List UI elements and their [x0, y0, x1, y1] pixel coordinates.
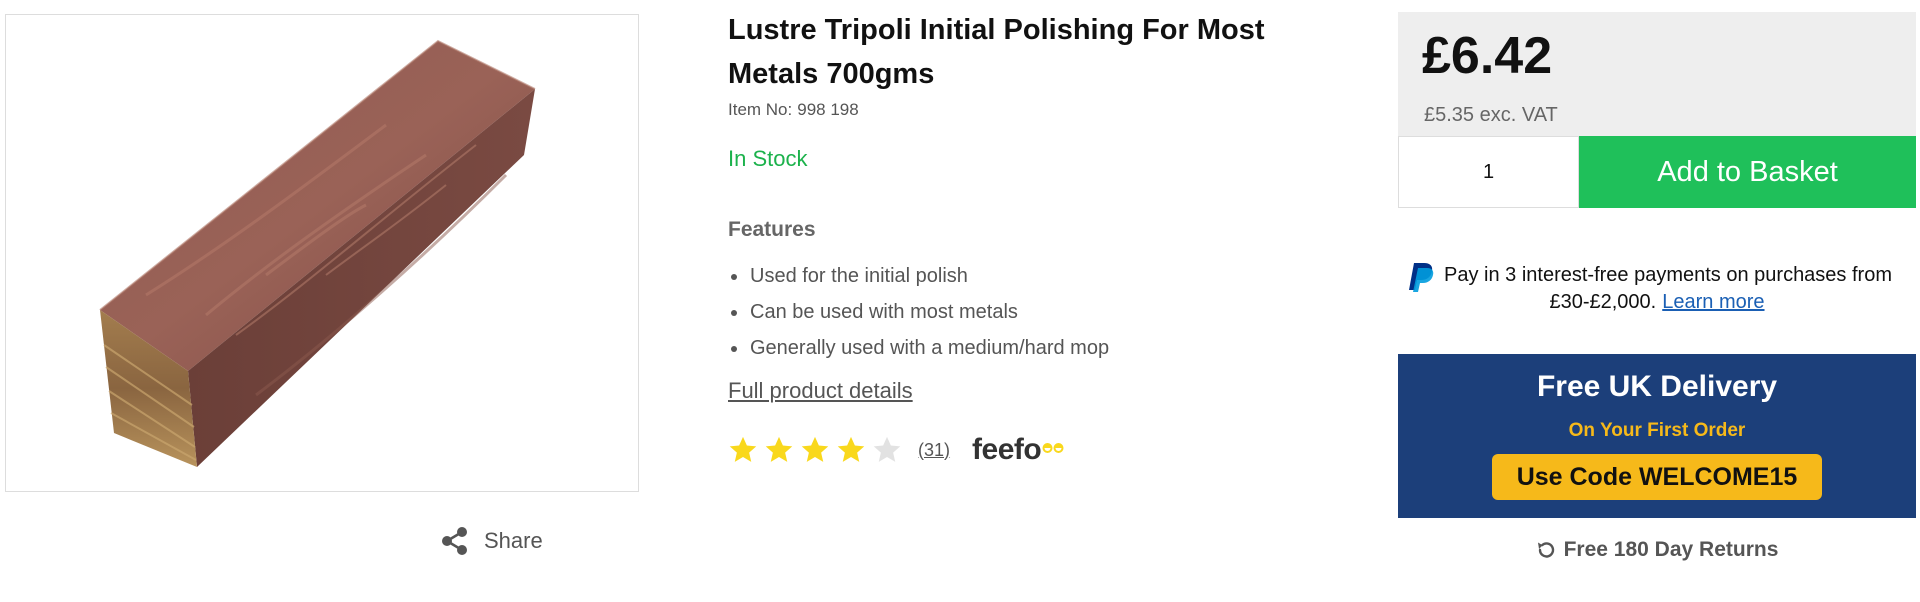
returns-info[interactable]: Free 180 Day Returns	[1398, 538, 1916, 562]
promo-subtitle: On Your First Order	[1568, 420, 1746, 441]
paypal-range: £30-£2,000.	[1549, 291, 1657, 313]
feature-item: Can be used with most metals	[728, 294, 1109, 330]
share-button[interactable]: Share	[440, 526, 543, 556]
star-icon	[765, 436, 793, 462]
promo-code-badge[interactable]: Use Code WELCOME15	[1492, 454, 1822, 500]
star-icon	[837, 436, 865, 462]
price: £6.42	[1422, 27, 1553, 85]
feefo-eyes-icon	[1042, 443, 1064, 453]
item-number-value: 998 198	[797, 100, 859, 119]
returns-icon	[1537, 542, 1554, 558]
feature-item: Generally used with a medium/hard mop	[728, 330, 1109, 366]
price-box: £6.42 £5.35 exc. VAT	[1398, 12, 1916, 136]
share-icon	[442, 527, 467, 555]
star-icon	[729, 436, 757, 462]
returns-label: Free 180 Day Returns	[1563, 538, 1779, 561]
full-product-details-link[interactable]: Full product details	[728, 378, 913, 404]
paypal-message-range: £30-£2,000. Learn more	[1398, 291, 1916, 314]
add-to-basket-button[interactable]: Add to Basket	[1579, 136, 1916, 208]
item-number-label: Item No:	[728, 100, 793, 119]
price-ex-vat: £5.35 exc. VAT	[1424, 104, 1558, 126]
feature-item: Used for the initial polish	[728, 258, 1109, 294]
item-number: Item No: 998 198	[728, 100, 859, 120]
features-list: Used for the initial polish Can be used …	[728, 258, 1109, 366]
product-image	[99, 39, 536, 467]
rating-summary[interactable]: (31) feefo	[728, 434, 1064, 466]
feefo-logo[interactable]: feefo	[972, 434, 1064, 466]
share-label: Share	[484, 528, 543, 553]
quantity-input[interactable]	[1398, 136, 1579, 208]
product-image-frame[interactable]	[5, 14, 639, 492]
paypal-message: Pay in 3 interest-free payments on purch…	[1444, 264, 1892, 286]
promo-banner[interactable]: Free UK Delivery On Your First Order Use…	[1398, 354, 1916, 518]
features-heading: Features	[728, 218, 816, 241]
product-title: Lustre Tripoli Initial Polishing For Mos…	[728, 14, 1265, 90]
star-icon	[873, 436, 901, 462]
promo-title: Free UK Delivery	[1536, 370, 1778, 403]
star-icon	[801, 436, 829, 462]
feefo-wordmark: feefo	[972, 433, 1042, 466]
paypal-learn-more-link[interactable]: Learn more	[1662, 291, 1764, 313]
stock-status: In Stock	[728, 146, 808, 171]
review-count-link[interactable]: (31)	[918, 440, 950, 461]
paypal-icon	[1409, 263, 1434, 292]
